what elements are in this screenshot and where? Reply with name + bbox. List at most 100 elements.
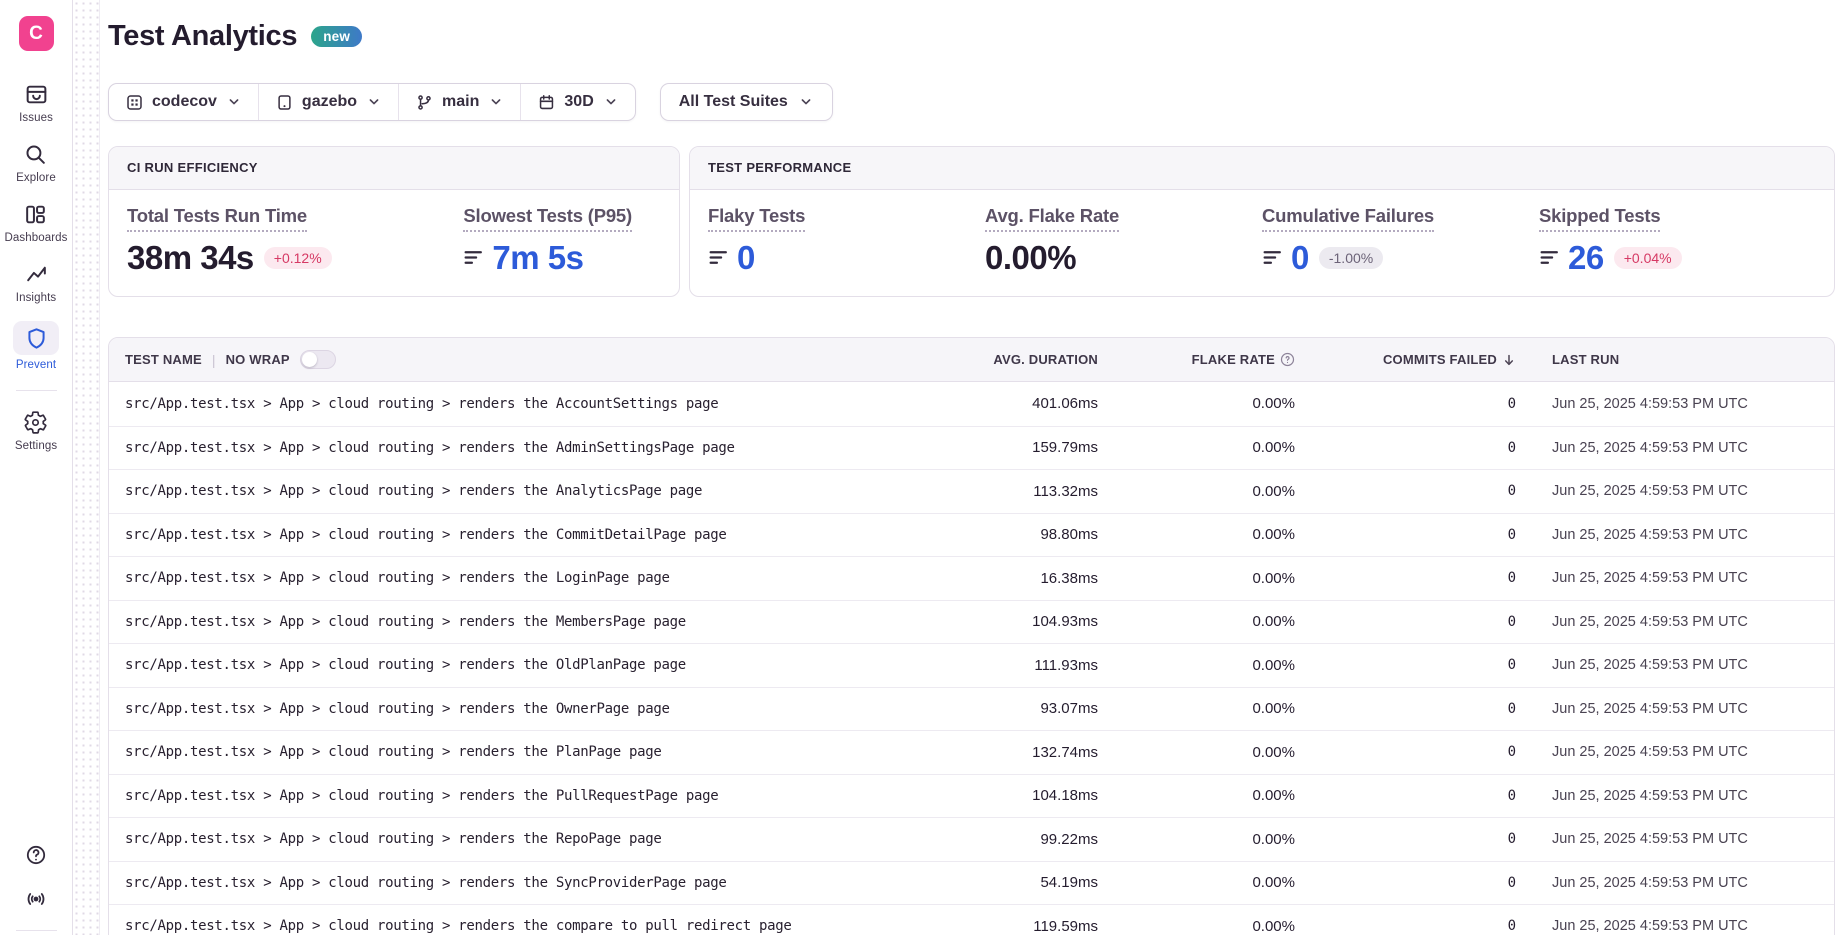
metric-value: 0.00% — [985, 241, 1076, 274]
insights-icon — [23, 261, 50, 288]
sidebar-item-prevent[interactable]: Prevent — [13, 321, 59, 371]
test-name: src/App.test.tsx > App > cloud routing >… — [125, 440, 960, 456]
flake-rate-label: FLAKE RATE — [1192, 352, 1275, 367]
table-row[interactable]: src/App.test.tsx > App > cloud routing >… — [109, 600, 1834, 644]
date-range-selector[interactable]: 30D — [520, 84, 634, 120]
calendar-icon — [537, 93, 556, 112]
sidebar-item-dashboards[interactable]: Dashboards — [4, 201, 67, 244]
chevron-down-icon — [366, 94, 382, 110]
last-run-value: Jun 25, 2025 4:59:53 PM UTC — [1532, 657, 1818, 673]
table-row[interactable]: src/App.test.tsx > App > cloud routing >… — [109, 556, 1834, 600]
table-row[interactable]: src/App.test.tsx > App > cloud routing >… — [109, 513, 1834, 557]
org-selector[interactable]: codecov — [109, 84, 258, 120]
commits-failed-value: 0 — [1310, 396, 1532, 412]
metric-label[interactable]: Cumulative Failures — [1262, 205, 1434, 232]
table-row[interactable]: src/App.test.tsx > App > cloud routing >… — [109, 861, 1834, 905]
avg-duration-value: 132.74ms — [960, 744, 1110, 761]
commits-failed-value: 0 — [1310, 614, 1532, 630]
chevron-down-icon — [798, 94, 814, 110]
avg-duration-label: AVG. DURATION — [993, 352, 1098, 367]
metric-value-link[interactable]: 7m 5s — [492, 241, 583, 274]
sidebar-item-issues[interactable]: Issues — [19, 81, 53, 124]
commits-failed-value: 0 — [1310, 527, 1532, 543]
table-row[interactable]: src/App.test.tsx > App > cloud routing >… — [109, 426, 1834, 470]
org-value: codecov — [152, 93, 217, 111]
commits-failed-value: 0 — [1310, 831, 1532, 847]
table-row[interactable]: src/App.test.tsx > App > cloud routing >… — [109, 817, 1834, 861]
help-button[interactable] — [21, 842, 51, 872]
info-icon[interactable] — [1280, 352, 1295, 367]
sidebar-item-label: Settings — [15, 440, 57, 452]
flake-rate-header[interactable]: FLAKE RATE — [1110, 352, 1310, 367]
avg-duration-value: 119.59ms — [960, 918, 1110, 935]
sidebar-item-label: Dashboards — [4, 232, 67, 244]
new-badge: new — [311, 26, 362, 47]
metric-avg-flake-rate: Avg. Flake Rate 0.00% — [985, 205, 1262, 274]
metric-label[interactable]: Total Tests Run Time — [127, 205, 307, 232]
flake-rate-value: 0.00% — [1110, 787, 1310, 804]
test-name: src/App.test.tsx > App > cloud routing >… — [125, 396, 960, 412]
test-name: src/App.test.tsx > App > cloud routing >… — [125, 483, 960, 499]
avg-duration-value: 104.18ms — [960, 787, 1110, 804]
whats-new-button[interactable] — [21, 886, 51, 916]
avg-duration-header[interactable]: AVG. DURATION — [960, 352, 1110, 367]
flake-rate-value: 0.00% — [1110, 874, 1310, 891]
metric-label[interactable]: Skipped Tests — [1539, 205, 1660, 232]
chevron-down-icon — [488, 94, 504, 110]
org-logo[interactable]: C — [19, 16, 54, 51]
git-branch-icon — [415, 93, 434, 112]
table-row[interactable]: src/App.test.tsx > App > cloud routing >… — [109, 904, 1834, 935]
issues-icon — [23, 81, 50, 108]
avg-duration-value: 159.79ms — [960, 439, 1110, 456]
metric-label[interactable]: Flaky Tests — [708, 205, 805, 232]
commits-failed-header[interactable]: COMMITS FAILED — [1310, 352, 1532, 367]
repo-value: gazebo — [302, 93, 357, 111]
branch-value: main — [442, 93, 479, 111]
avg-duration-value: 54.19ms — [960, 874, 1110, 891]
table-row[interactable]: src/App.test.tsx > App > cloud routing >… — [109, 687, 1834, 731]
filter-lines-icon — [1262, 247, 1283, 268]
page-title: Test Analytics — [108, 20, 297, 53]
flake-rate-value: 0.00% — [1110, 439, 1310, 456]
card-body: Flaky Tests 0 Avg. Flake Rate 0.00% C — [690, 190, 1834, 296]
sidebar-item-settings[interactable]: Settings — [15, 409, 57, 452]
branch-selector[interactable]: main — [398, 84, 520, 120]
commits-failed-label: COMMITS FAILED — [1383, 352, 1497, 367]
flake-rate-value: 0.00% — [1110, 700, 1310, 717]
date-range-value: 30D — [564, 93, 593, 111]
test-name: src/App.test.tsx > App > cloud routing >… — [125, 875, 960, 891]
card-title: TEST PERFORMANCE — [708, 160, 851, 175]
metric-value-link[interactable]: 0 — [1291, 241, 1309, 274]
table-row[interactable]: src/App.test.tsx > App > cloud routing >… — [109, 730, 1834, 774]
commits-failed-value: 0 — [1310, 875, 1532, 891]
sidebar-item-explore[interactable]: Explore — [16, 141, 56, 184]
test-name: src/App.test.tsx > App > cloud routing >… — [125, 570, 960, 586]
sidebar-bottom-divider — [16, 930, 57, 931]
table-row[interactable]: src/App.test.tsx > App > cloud routing >… — [109, 382, 1834, 426]
metric-label[interactable]: Avg. Flake Rate — [985, 205, 1119, 232]
avg-duration-value: 16.38ms — [960, 570, 1110, 587]
table-row[interactable]: src/App.test.tsx > App > cloud routing >… — [109, 774, 1834, 818]
trend-badge: -1.00% — [1319, 247, 1383, 269]
test-suites-selector[interactable]: All Test Suites — [660, 83, 833, 121]
commits-failed-value: 0 — [1310, 701, 1532, 717]
chevron-down-icon — [226, 94, 242, 110]
ci-run-efficiency-card: CI RUN EFFICIENCY Total Tests Run Time 3… — [108, 146, 680, 297]
main-content: Test Analytics new codecov gazebo main — [100, 0, 1845, 935]
last-run-header[interactable]: LAST RUN — [1532, 351, 1818, 369]
table-row[interactable]: src/App.test.tsx > App > cloud routing >… — [109, 469, 1834, 513]
trend-badge: +0.12% — [264, 247, 332, 269]
card-body: Total Tests Run Time 38m 34s +0.12% Slow… — [109, 190, 679, 296]
table-row[interactable]: src/App.test.tsx > App > cloud routing >… — [109, 643, 1834, 687]
flake-rate-value: 0.00% — [1110, 831, 1310, 848]
app-root: C Issues Explore Dashboards Insights — [0, 0, 1845, 935]
avg-duration-value: 104.93ms — [960, 613, 1110, 630]
repo-selector[interactable]: gazebo — [258, 84, 398, 120]
sidebar-item-insights[interactable]: Insights — [16, 261, 56, 304]
last-run-value: Jun 25, 2025 4:59:53 PM UTC — [1532, 701, 1818, 717]
metric-value-link[interactable]: 0 — [737, 241, 755, 274]
metric-value-link[interactable]: 26 — [1568, 241, 1604, 274]
no-wrap-toggle[interactable] — [300, 350, 336, 369]
summary-cards: CI RUN EFFICIENCY Total Tests Run Time 3… — [108, 146, 1835, 297]
metric-label[interactable]: Slowest Tests (P95) — [463, 205, 632, 232]
